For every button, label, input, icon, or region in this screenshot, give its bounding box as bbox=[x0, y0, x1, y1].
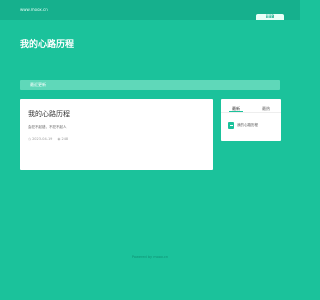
tab-latest[interactable]: 最新 bbox=[229, 105, 243, 112]
clock-icon: ◷ bbox=[28, 137, 32, 141]
post-views-text: 248 bbox=[61, 137, 69, 141]
post-title[interactable]: 我的心路历程 bbox=[28, 110, 70, 118]
post-meta: ◷ 2023-04-19 ◉ 248 bbox=[28, 137, 68, 141]
post-excerpt: 会犯不起错，不犯不起人 bbox=[28, 125, 67, 129]
topbar-logo-badge[interactable]: iiiiB bbox=[256, 14, 284, 20]
site-url-link[interactable]: www.moox.cn bbox=[20, 8, 48, 12]
footer-text: Powered by moox.cn bbox=[131, 255, 169, 259]
post-thumbnail-icon bbox=[228, 121, 234, 129]
sidebar-tabs: 最新 最热 bbox=[221, 105, 281, 113]
notice-bar[interactable]: 最近更新 bbox=[20, 80, 280, 90]
post-views: ◉ 248 bbox=[57, 137, 68, 141]
page: www.moox.cn iiiiB 我的心路历程 最近更新 我的心路历程 会犯不… bbox=[0, 0, 300, 300]
sidebar-item[interactable]: 我的心路历程 bbox=[228, 121, 258, 129]
notice-label: 最近更新 bbox=[30, 82, 46, 87]
post-date: ◷ 2023-04-19 bbox=[28, 137, 52, 141]
page-title: 我的心路历程 bbox=[20, 40, 75, 50]
sidebar-card: 最新 最热 我的心路历程 bbox=[221, 99, 281, 141]
tab-hot[interactable]: 最热 bbox=[259, 105, 273, 112]
eye-icon: ◉ bbox=[57, 137, 61, 141]
top-bar: www.moox.cn iiiiB bbox=[0, 0, 300, 20]
sidebar-item-label: 我的心路历程 bbox=[237, 123, 258, 127]
post-card[interactable]: 我的心路历程 会犯不起错，不犯不起人 ◷ 2023-04-19 ◉ 248 bbox=[20, 99, 213, 170]
post-date-text: 2023-04-19 bbox=[32, 137, 53, 141]
